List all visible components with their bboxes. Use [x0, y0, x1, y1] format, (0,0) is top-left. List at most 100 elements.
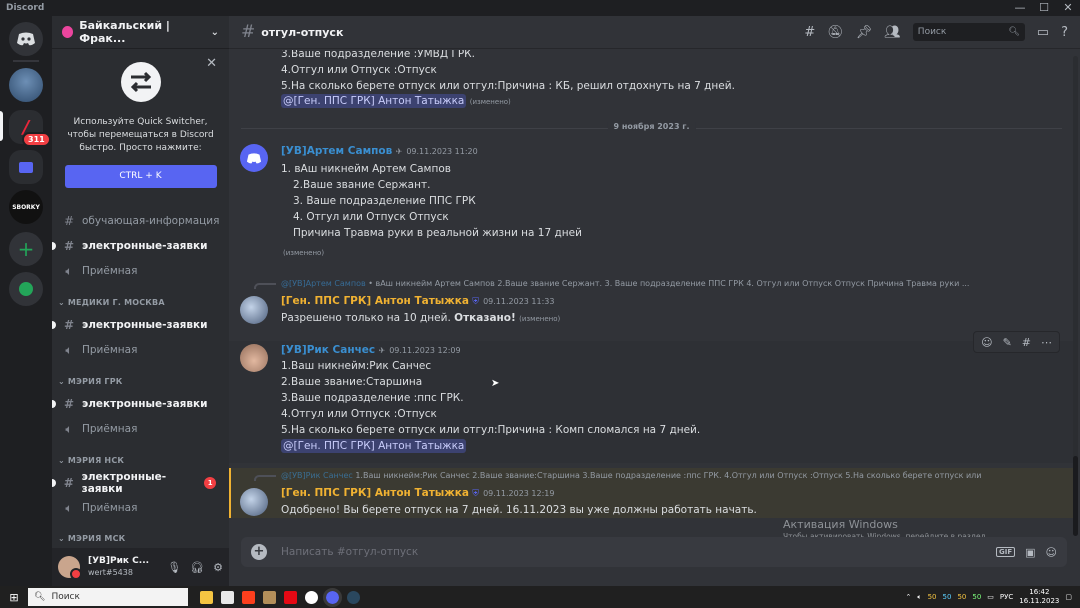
netflix-icon[interactable] [284, 590, 297, 604]
close-window-icon[interactable]: ✕ [1056, 0, 1080, 16]
quick-switcher-shortcut-button[interactable]: CTRL + K [64, 165, 217, 188]
file-icon[interactable] [221, 590, 234, 604]
guild-icon [62, 26, 74, 38]
microphone-icon[interactable]: 🎙︎ [167, 561, 181, 574]
explorer-icon[interactable] [200, 590, 213, 604]
monitor-icon[interactable]: ▭ [987, 593, 994, 601]
voice-channel-item[interactable]: 🔈︎ Приёмная [60, 498, 222, 518]
author-name[interactable]: [УВ]Артем Сампов [281, 145, 392, 157]
headphones-icon[interactable]: 🎧︎ [190, 561, 204, 574]
guild-header[interactable]: Байкальский | Фрак... ⌄ [52, 16, 229, 49]
discord-logo-icon [246, 152, 262, 163]
server-icon-sborky[interactable]: SBORKY [9, 190, 43, 224]
voice-channel-item[interactable]: 🔈︎ Приёмная [60, 261, 222, 281]
members-icon[interactable]: 👥︎ [884, 25, 901, 40]
channel-item[interactable]: # электронные-заявки [52, 394, 222, 414]
clock[interactable]: 16:42 16.11.2023 [1019, 588, 1059, 606]
gear-icon[interactable]: ⚙︎ [213, 561, 223, 574]
tray-value: 50 [942, 593, 952, 601]
hash-icon: # [63, 397, 75, 411]
avatar[interactable] [240, 488, 268, 516]
windows-taskbar: ⊞ 🔍︎ Поиск ⌃ 🔈︎ 50 50 50 50 ▭ РУС 16:42 1… [0, 586, 1080, 608]
windows-start-icon[interactable]: ⊞ [0, 591, 28, 604]
edit-icon[interactable]: ✎ [1003, 336, 1012, 349]
author-name[interactable]: [УВ]Рик Санчес [281, 344, 375, 356]
thread-icon[interactable]: # [1022, 336, 1031, 349]
hash-icon: # [63, 214, 75, 228]
chat-area: # отгул-отпуск # 🔕︎ 📌︎ 👥︎ Поиск 🔍︎ ▭ ? 3… [229, 16, 1080, 586]
category-header[interactable]: ⌄ МЕДИКИ Г. МОСКВА [58, 298, 165, 307]
channel-item[interactable]: # электронные-заявки 1 [52, 471, 222, 495]
switch-arrows-icon [120, 62, 161, 102]
discord-taskbar-icon[interactable] [323, 587, 342, 607]
channel-item[interactable]: # электронные-заявки [52, 315, 222, 335]
quick-switcher-text: Используйте Quick Switcher, чтобы переме… [67, 117, 214, 153]
voice-channel-item[interactable]: 🔈︎ Приёмная [60, 419, 222, 439]
yandex-browser-icon[interactable] [305, 590, 318, 604]
explore-servers-button[interactable] [9, 272, 43, 306]
search-icon: 🔍︎ [1008, 27, 1020, 37]
voice-channel-item[interactable]: 🔈︎ Приёмная [60, 340, 222, 360]
taskbar-search[interactable]: 🔍︎ Поиск [28, 588, 188, 606]
message-text: 3. Ваше подразделение ППС ГРК [293, 195, 476, 207]
user-mention[interactable]: @[Ген. ППС ГРК] Антон Татыжка [281, 439, 467, 453]
pin-icon[interactable]: 📌︎ [856, 25, 873, 40]
mute-bell-icon[interactable]: 🔕︎ [827, 25, 844, 40]
help-icon[interactable]: ? [1061, 25, 1068, 40]
message-text: Одобрено! Вы берете отпуск на 7 дней. 16… [281, 504, 757, 516]
hash-icon: # [63, 318, 75, 332]
home-button[interactable] [9, 22, 43, 56]
gif-button[interactable]: GIF [995, 547, 1016, 557]
reply-preview[interactable]: @[УВ]Артем Сампов • вАш никнейм Артем Са… [281, 279, 1021, 288]
add-server-button[interactable]: + [9, 232, 43, 266]
title-bar: Discord — ☐ ✕ [0, 0, 1080, 16]
shield-icon: ⛨ [472, 489, 480, 499]
message-text: Разрешено только на 10 дней. Отказано! (… [281, 312, 561, 324]
more-icon[interactable]: ⋯ [1041, 336, 1052, 349]
server-icon-1[interactable] [9, 68, 43, 102]
folder-icon[interactable] [9, 150, 43, 184]
reply-preview[interactable]: @[УВ]Рик Санчес 1.Ваш никнейм:Рик Санчес… [281, 471, 1036, 480]
scrollbar[interactable] [1073, 56, 1078, 536]
avatar[interactable] [240, 344, 268, 372]
avatar[interactable] [240, 144, 268, 172]
maximize-icon[interactable]: ☐ [1032, 0, 1056, 16]
steam-icon[interactable] [347, 590, 360, 604]
inbox-icon[interactable]: ▭ [1037, 25, 1049, 40]
sticker-icon[interactable]: ▣ [1025, 546, 1035, 559]
tray-arrow-icon[interactable]: ⌃ [906, 593, 912, 601]
hash-icon: # [63, 476, 74, 490]
emoji-icon[interactable]: ☺︎ [1046, 546, 1057, 559]
message-text: 2.Ваше звание:Старшина [281, 376, 423, 388]
app-icon[interactable] [263, 590, 276, 604]
close-icon[interactable]: ✕ [206, 56, 217, 71]
minimize-icon[interactable]: — [1008, 0, 1032, 16]
category-header[interactable]: ⌄ МЭРИЯ ГРК [58, 377, 123, 386]
category-header[interactable]: ⌄ МЭРИЯ МСК [58, 534, 125, 543]
author-name[interactable]: [Ген. ППС ГРК] Антон Татыжка [281, 487, 469, 499]
message-header: [УВ]Артем Сампов ✈︎ 09.11.2023 11:20 [281, 145, 478, 157]
user-mention[interactable]: @[Ген. ППС ГРК] Антон Татыжка [281, 94, 467, 108]
upload-plus-icon[interactable]: + [251, 544, 267, 560]
chevron-down-icon[interactable]: ⌄ [211, 27, 219, 38]
user-panel: [УВ]Рик С... wert#5438 🎙︎ 🎧︎ ⚙︎ [52, 548, 229, 586]
avatar[interactable] [240, 296, 268, 324]
notifications-icon[interactable]: ▢ [1065, 593, 1072, 601]
channel-item[interactable]: # электронные-заявки [52, 236, 222, 256]
message-composer[interactable]: + Написать #отгул-отпуск GIF ▣ ☺︎ [241, 537, 1067, 567]
speaker-icon[interactable]: 🔈︎ [917, 593, 921, 602]
discord-logo-icon [17, 32, 35, 46]
author-name[interactable]: [Ген. ППС ГРК] Антон Татыжка [281, 295, 469, 307]
channel-item[interactable]: # обучающая-информация [60, 211, 222, 231]
yandex-icon[interactable] [242, 590, 255, 604]
unread-badge: 1 [204, 477, 217, 489]
date-divider: 9 ноября 2023 г. [241, 122, 1062, 131]
language-indicator[interactable]: РУС [1000, 593, 1013, 601]
category-header[interactable]: ⌄ МЭРИЯ НСК [58, 456, 124, 465]
add-reaction-icon[interactable]: ☺︎ [981, 336, 992, 349]
hash-icon: # [241, 22, 256, 42]
message-header: [УВ]Рик Санчес ✈︎ 09.11.2023 12:09 [281, 344, 461, 356]
threads-icon[interactable]: # [804, 25, 815, 40]
avatar[interactable] [58, 556, 82, 580]
search-input[interactable]: Поиск 🔍︎ [912, 23, 1025, 41]
